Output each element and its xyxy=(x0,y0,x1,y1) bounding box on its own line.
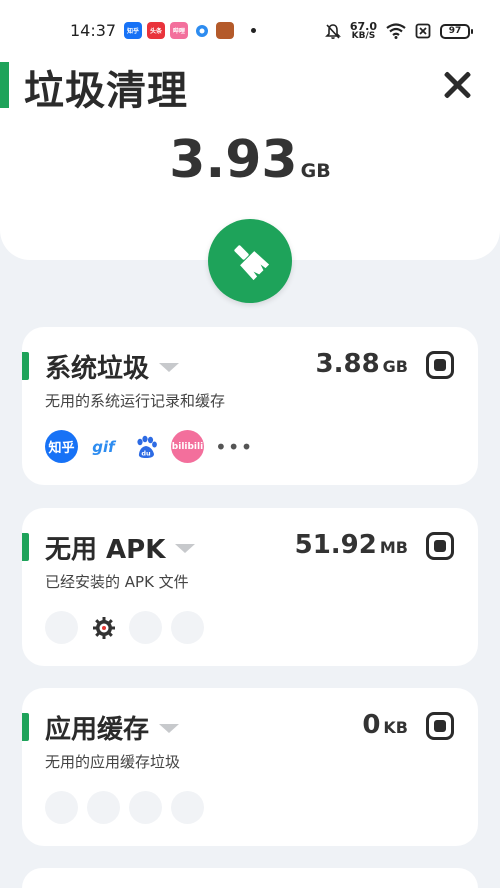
app-icons-row xyxy=(45,791,204,824)
card-title[interactable]: 无用 APK xyxy=(45,529,196,566)
expand-caret-icon[interactable] xyxy=(159,363,180,372)
card-subtitle: 已经安装的 APK 文件 xyxy=(45,573,189,591)
gif-app-icon: gif xyxy=(92,437,115,456)
useless-apk-title: 无用 APK xyxy=(45,535,166,565)
card-size: 51.92 MB xyxy=(295,530,408,560)
total-junk-size: 3.93 GB xyxy=(0,130,500,190)
wifi-icon xyxy=(386,23,406,39)
app-cache-card[interactable]: 应用缓存 无用的应用缓存垃圾 0 KB xyxy=(22,688,478,846)
placeholder-app-icon xyxy=(87,791,120,824)
app-icons-row: 知乎 gif du bilibili ••• xyxy=(45,430,253,463)
placeholder-app-icon xyxy=(129,791,162,824)
system-junk-title: 系统垃圾 xyxy=(45,354,150,384)
status-time: 14:37 xyxy=(70,21,117,40)
notification-icons: 知乎 头条 哔哩 xyxy=(124,22,256,39)
total-size-unit: GB xyxy=(300,160,331,182)
more-icon[interactable]: ••• xyxy=(215,435,253,459)
size-unit: KB xyxy=(383,718,408,737)
card-subtitle: 无用的系统运行记录和缓存 xyxy=(45,392,226,410)
bilibili-app-icon: bilibili xyxy=(171,430,204,463)
clean-button[interactable] xyxy=(208,219,292,303)
broom-icon xyxy=(234,245,270,281)
select-checkbox[interactable] xyxy=(426,532,454,560)
placeholder-app-icon xyxy=(45,791,78,824)
network-speed: 67.0 KB/S xyxy=(350,21,377,41)
status-bar: 14:37 知乎 头条 哔哩 67.0 KB/S 97 xyxy=(0,0,500,62)
settings-gear-icon xyxy=(87,611,120,644)
system-junk-card[interactable]: 系统垃圾 无用的系统运行记录和缓存 3.88 GB 知乎 gif du bilib… xyxy=(22,327,478,485)
no-sim-icon xyxy=(415,23,431,39)
select-checkbox[interactable] xyxy=(426,712,454,740)
card-accent-bar xyxy=(22,713,29,741)
card-title[interactable]: 系统垃圾 xyxy=(45,348,180,385)
mute-bell-icon xyxy=(324,23,341,39)
total-size-value: 3.93 xyxy=(169,130,298,190)
toutiao-notification-icon: 头条 xyxy=(147,22,165,39)
close-icon[interactable] xyxy=(440,68,474,102)
size-unit: MB xyxy=(379,538,408,557)
battery-indicator: 97 xyxy=(440,23,473,39)
card-subtitle: 无用的应用缓存垃圾 xyxy=(45,753,181,771)
page-title: 垃圾清理 xyxy=(24,68,188,114)
card-size: 3.88 GB xyxy=(316,349,408,379)
zhihu-notification-icon: 知乎 xyxy=(124,22,142,39)
card-title[interactable]: 应用缓存 xyxy=(45,709,180,746)
placeholder-app-icon xyxy=(129,611,162,644)
baidu-app-icon: du xyxy=(129,430,162,463)
title-accent-bar xyxy=(0,62,9,108)
size-unit: GB xyxy=(382,357,408,376)
baidu-icon-label: du xyxy=(141,449,151,457)
useless-apk-card[interactable]: 无用 APK 已经安装的 APK 文件 51.92 MB xyxy=(22,508,478,666)
size-value: 3.88 xyxy=(315,349,380,379)
expand-caret-icon[interactable] xyxy=(175,544,196,553)
size-value: 0 xyxy=(362,710,381,740)
bilibili-notification-icon: 哔哩 xyxy=(170,22,188,39)
more-notifications-dot xyxy=(251,28,256,33)
card-accent-bar xyxy=(22,352,29,380)
app-icons-row xyxy=(45,611,204,644)
card-accent-bar xyxy=(22,533,29,561)
next-card-partial xyxy=(22,868,478,888)
placeholder-app-icon xyxy=(171,791,204,824)
expand-caret-icon[interactable] xyxy=(159,724,180,733)
placeholder-app-icon xyxy=(171,611,204,644)
app-cache-title: 应用缓存 xyxy=(45,715,150,745)
select-checkbox[interactable] xyxy=(426,351,454,379)
size-value: 51.92 xyxy=(294,530,377,560)
card-size: 0 KB xyxy=(362,710,408,740)
browser-notification-icon xyxy=(193,22,211,39)
zhihu-app-icon: 知乎 xyxy=(45,430,78,463)
game-notification-icon xyxy=(216,22,234,39)
speed-unit: KB/S xyxy=(351,31,376,41)
placeholder-app-icon xyxy=(45,611,78,644)
